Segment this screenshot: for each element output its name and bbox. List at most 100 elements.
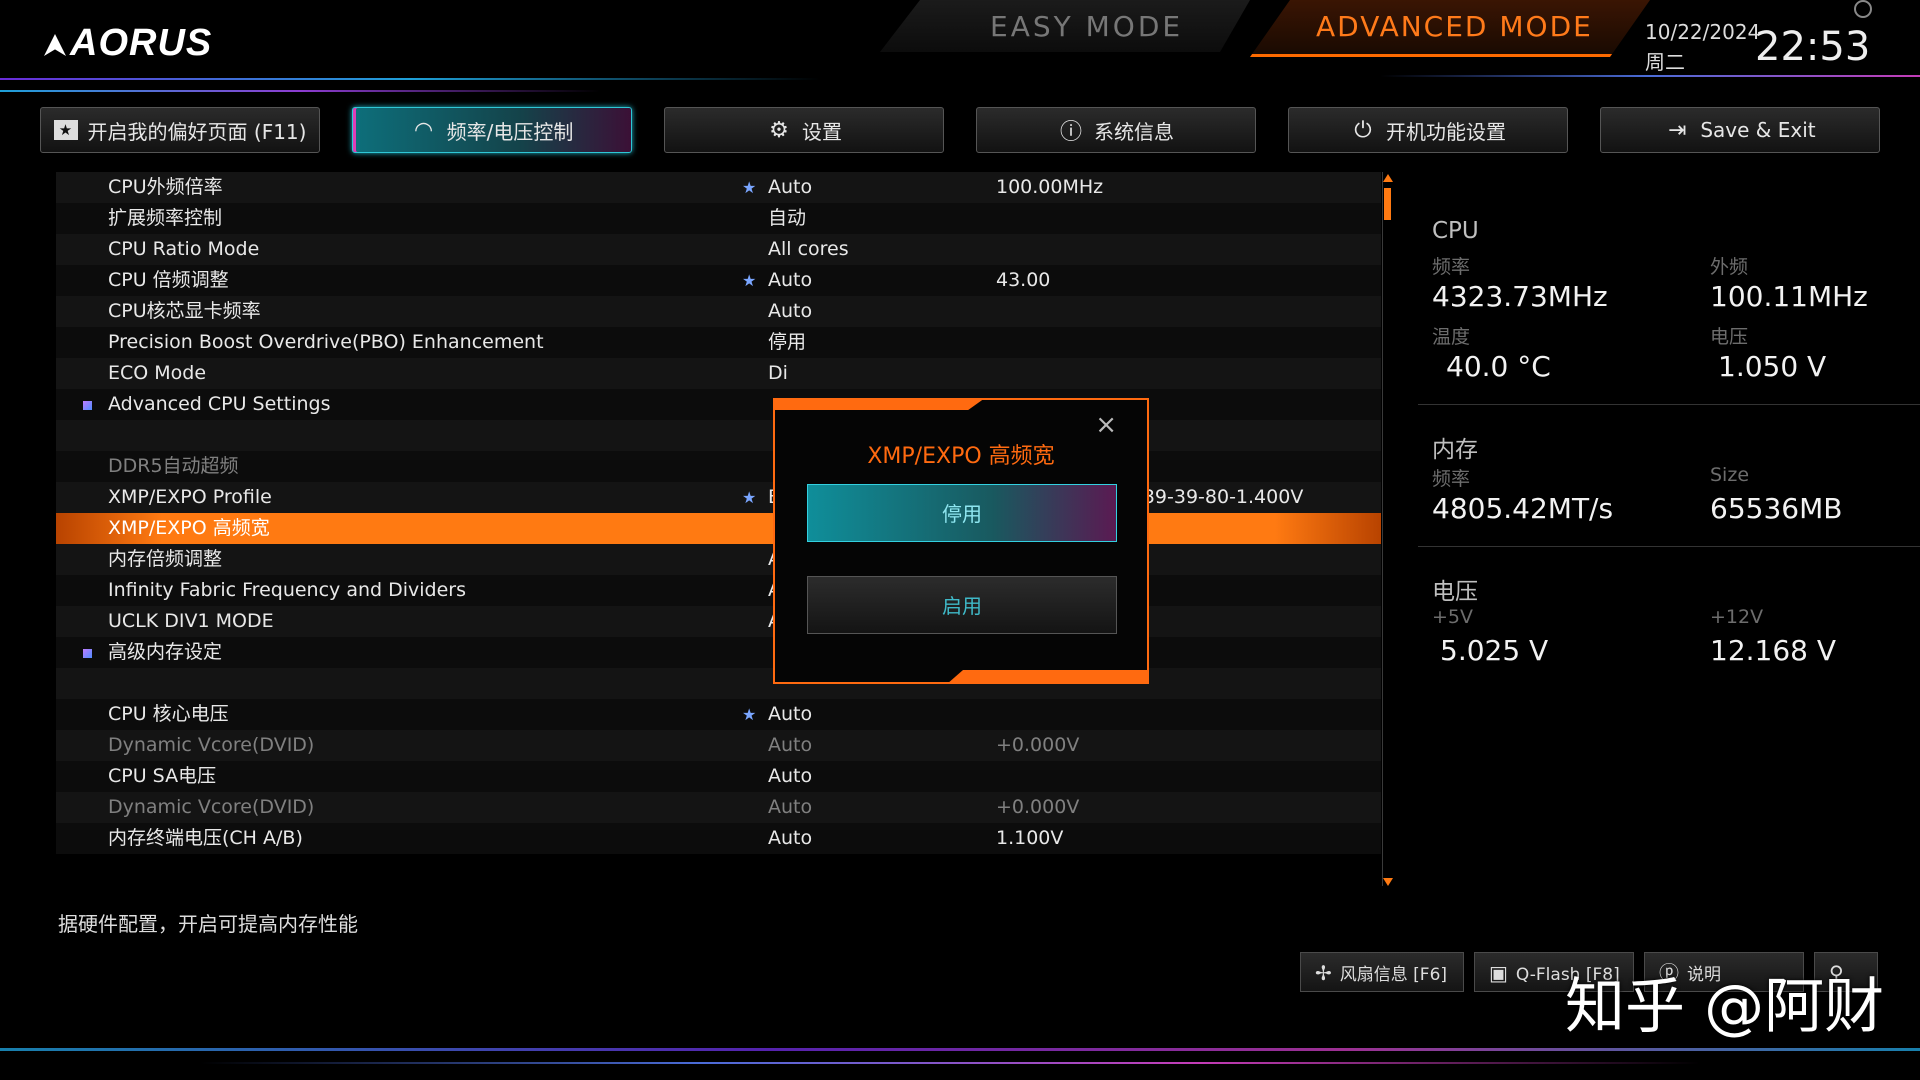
tab-frequency-voltage[interactable]: ◠ 频率/电压控制 bbox=[352, 107, 632, 153]
help-text: 据硬件配置，开启可提高内存性能 bbox=[58, 912, 358, 936]
top-streak-3 bbox=[1380, 75, 1920, 77]
cpu-freq-label: 频率 bbox=[1432, 256, 1471, 278]
easy-mode-button[interactable]: EASY MODE bbox=[880, 0, 1250, 52]
setting-row[interactable]: 内存倍频调整Au bbox=[56, 544, 1381, 575]
cpu-volt-label: 电压 bbox=[1710, 326, 1749, 348]
favorite-star-icon[interactable]: ★ bbox=[742, 172, 756, 203]
setting-value[interactable]: 自动 bbox=[768, 203, 806, 234]
scroll-up-icon[interactable] bbox=[1383, 174, 1393, 182]
setting-name: Dynamic Vcore(DVID) bbox=[108, 796, 315, 818]
setting-value[interactable]: Auto bbox=[768, 730, 812, 761]
voltage-title: 电压 bbox=[1432, 579, 1478, 605]
setting-value[interactable]: 停用 bbox=[768, 327, 806, 358]
top-streak-1 bbox=[0, 78, 820, 80]
fan-info-label: 风扇信息 [F6] bbox=[1339, 965, 1448, 985]
v5-value: 5.025 V bbox=[1440, 634, 1549, 667]
setting-current-reading: 100.00MHz bbox=[996, 176, 1104, 198]
setting-row[interactable]: ECO Mode Di bbox=[56, 358, 1381, 389]
setting-row[interactable]: CPU外频倍率 ★ Auto 100.00MHz bbox=[56, 172, 1381, 203]
tab-settings[interactable]: ⚙ 设置 bbox=[664, 107, 944, 153]
tab-label: Save & Exit bbox=[1700, 118, 1816, 142]
cpu-volt: 1.050 V bbox=[1718, 350, 1827, 383]
tab-label: 开启我的偏好页面 (F11) bbox=[87, 119, 307, 144]
cpu-freq: 4323.73MHz bbox=[1432, 280, 1608, 313]
scroll-thumb[interactable] bbox=[1384, 188, 1391, 220]
setting-row[interactable]: CPU 核心电压 ★ Auto bbox=[56, 699, 1381, 730]
scroll-down-icon[interactable] bbox=[1383, 878, 1393, 886]
setting-name: CPU 核心电压 bbox=[108, 703, 229, 725]
advanced-mode-label: ADVANCED MODE bbox=[1316, 10, 1593, 43]
dialog-accent-bottom bbox=[947, 670, 1147, 684]
setting-row[interactable]: Dynamic Vcore(DVID) Auto +0.000V bbox=[56, 730, 1381, 761]
setting-spacer bbox=[56, 420, 1381, 451]
setting-value[interactable]: Auto bbox=[768, 761, 812, 792]
setting-row[interactable]: 扩展频率控制 自动 bbox=[56, 203, 1381, 234]
setting-row[interactable]: Infinity Fabric Frequency and DividersAu bbox=[56, 575, 1381, 606]
gear-icon: ⚙ bbox=[769, 117, 789, 143]
advanced-mode-button[interactable]: ADVANCED MODE bbox=[1250, 0, 1650, 57]
setting-row[interactable]: Advanced CPU Settings bbox=[56, 389, 1381, 420]
setting-row[interactable]: Precision Boost Overdrive(PBO) Enhanceme… bbox=[56, 327, 1381, 358]
cpu-temp: 40.0 °C bbox=[1446, 350, 1551, 383]
power-icon: ⏻ bbox=[1354, 117, 1372, 143]
tab-boot[interactable]: ⏻ 开机功能设置 bbox=[1288, 107, 1568, 153]
tab-system-info[interactable]: ⓘ 系统信息 bbox=[976, 107, 1256, 153]
setting-name: CPU SA电压 bbox=[108, 765, 217, 787]
setting-value[interactable]: Auto bbox=[768, 699, 812, 730]
v5-label: +5V bbox=[1432, 606, 1474, 628]
settings-gear-icon[interactable] bbox=[1854, 0, 1872, 18]
setting-name: CPU 倍频调整 bbox=[108, 269, 229, 291]
bottom-streak-2 bbox=[200, 1062, 1700, 1064]
setting-value[interactable]: All cores bbox=[768, 234, 849, 265]
dialog-accent-top bbox=[775, 398, 985, 410]
setting-row[interactable]: CPU Ratio Mode All cores bbox=[56, 234, 1381, 265]
setting-row[interactable]: CPU核芯显卡频率 Auto bbox=[56, 296, 1381, 327]
favorite-star-icon[interactable]: ★ bbox=[742, 265, 756, 296]
setting-value[interactable]: Auto bbox=[768, 172, 812, 203]
tab-label: 频率/电压控制 bbox=[446, 119, 574, 144]
option-enable-button[interactable]: 启用 bbox=[807, 576, 1117, 634]
setting-name: 高级内存设定 bbox=[108, 641, 223, 663]
v12-value: 12.168 V bbox=[1710, 634, 1837, 667]
setting-row[interactable]: Dynamic Vcore(DVID) Auto +0.000V bbox=[56, 792, 1381, 823]
setting-name: CPU Ratio Mode bbox=[108, 238, 260, 260]
setting-value[interactable]: Di bbox=[768, 358, 788, 389]
exit-icon: ⇥ bbox=[1668, 117, 1687, 143]
scrollbar[interactable] bbox=[1382, 172, 1393, 886]
tab-save-exit[interactable]: ⇥ Save & Exit bbox=[1600, 107, 1880, 153]
memory-size: 65536MB bbox=[1710, 492, 1843, 525]
option-disable-button[interactable]: 停用 bbox=[807, 484, 1117, 542]
clock: 22:53 bbox=[1755, 24, 1871, 70]
setting-current-reading: +0.000V bbox=[996, 796, 1080, 818]
setting-row[interactable]: 内存终端电压(CH A/B) Auto 1.100V bbox=[56, 823, 1381, 854]
aorus-wing-icon bbox=[44, 33, 66, 56]
info-icon: ⓘ bbox=[1059, 120, 1082, 145]
setting-name: DDR5自动超频 bbox=[108, 455, 239, 477]
setting-row[interactable]: UCLK DIV1 MODEAuto bbox=[56, 606, 1381, 637]
close-icon[interactable]: × bbox=[1095, 410, 1117, 440]
watermark: 知乎 @阿财 bbox=[1565, 972, 1885, 1042]
setting-name: CPU核芯显卡频率 bbox=[108, 300, 261, 322]
cpu-title: CPU bbox=[1432, 218, 1479, 244]
favorite-star-icon[interactable]: ★ bbox=[742, 482, 756, 513]
cpu-bclk: 100.11MHz bbox=[1710, 280, 1868, 313]
setting-value[interactable]: Auto bbox=[768, 792, 812, 823]
setting-row[interactable]: DDR5自动超频 bbox=[56, 451, 1381, 482]
setting-row[interactable]: CPU SA电压 Auto bbox=[56, 761, 1381, 792]
setting-value[interactable]: Auto bbox=[768, 823, 812, 854]
setting-value[interactable]: Auto bbox=[768, 265, 812, 296]
setting-row[interactable]: CPU 倍频调整 ★ Auto 43.00 bbox=[56, 265, 1381, 296]
bottom-streak-1 bbox=[0, 1048, 1920, 1051]
tab-favorites[interactable]: ★ 开启我的偏好页面 (F11) bbox=[40, 107, 320, 153]
tab-label: 设置 bbox=[802, 119, 842, 144]
setting-row[interactable]: 高级内存设定 bbox=[56, 637, 1381, 668]
fan-info-button[interactable]: ✢ 风扇信息 [F6] bbox=[1300, 952, 1464, 992]
favorite-star-icon[interactable]: ★ bbox=[742, 699, 756, 730]
setting-value[interactable]: Auto bbox=[768, 296, 812, 327]
setting-name: 扩展频率控制 bbox=[108, 207, 223, 229]
fan-icon: ✢ bbox=[1315, 961, 1332, 985]
setting-row[interactable]: XMP/EXPO Profile★EDDR5-6400 39-39-39-80-… bbox=[56, 482, 1381, 513]
memory-freq: 4805.42MT/s bbox=[1432, 492, 1614, 525]
setting-row[interactable]: XMP/EXPO 高频宽 bbox=[56, 513, 1381, 544]
memory-freq-label: 频率 bbox=[1432, 468, 1471, 490]
